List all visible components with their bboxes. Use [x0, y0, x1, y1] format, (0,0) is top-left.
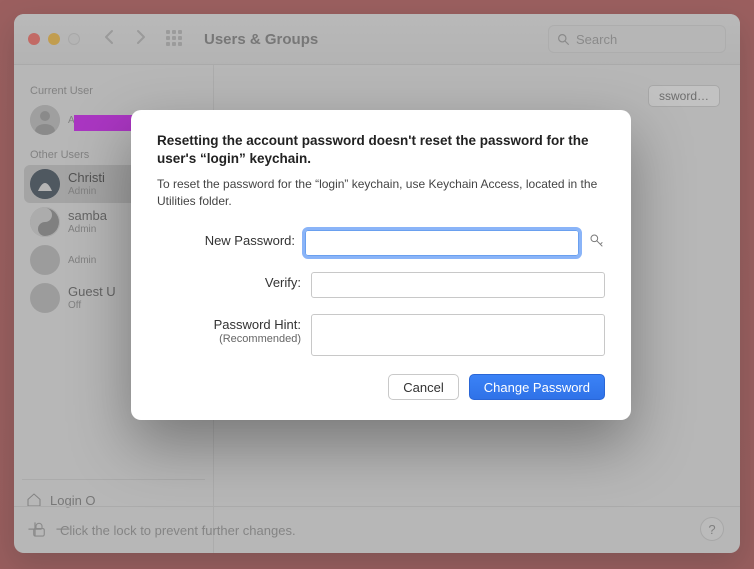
footer-text: Click the lock to prevent further change…: [60, 523, 296, 538]
user-name: Christi: [68, 171, 105, 185]
hint-label-text: Password Hint:: [214, 317, 301, 332]
dialog-description: To reset the password for the “login” ke…: [157, 176, 605, 210]
close-window-button[interactable]: [28, 33, 40, 45]
footer: Click the lock to prevent further change…: [14, 506, 740, 553]
change-password-button[interactable]: Change Password: [469, 374, 605, 400]
current-user-section-label: Current User: [30, 85, 207, 97]
new-password-input[interactable]: [305, 230, 579, 256]
window-controls: [28, 33, 80, 45]
lock-icon[interactable]: [30, 521, 48, 539]
new-password-label: New Password:: [157, 230, 305, 249]
hint-label-sub: (Recommended): [157, 333, 301, 346]
avatar: [30, 169, 60, 199]
avatar: [30, 283, 60, 313]
user-role: Admin: [68, 224, 107, 235]
user-name: Guest U: [68, 285, 116, 299]
titlebar: Users & Groups Search: [14, 14, 740, 65]
verify-label: Verify:: [157, 272, 311, 291]
search-placeholder: Search: [576, 32, 617, 47]
avatar: [30, 245, 60, 275]
forward-button[interactable]: [132, 29, 148, 50]
help-button[interactable]: ?: [700, 517, 724, 541]
user-role: Admin: [68, 186, 105, 197]
password-hint-input[interactable]: [311, 314, 605, 356]
search-field[interactable]: Search: [548, 25, 726, 53]
user-name: samba: [68, 209, 107, 223]
verify-password-input[interactable]: [311, 272, 605, 298]
zoom-window-button[interactable]: [68, 33, 80, 45]
nav-arrows: [102, 29, 148, 50]
cancel-button[interactable]: Cancel: [388, 374, 458, 400]
back-button[interactable]: [102, 29, 118, 50]
hint-label: Password Hint: (Recommended): [157, 314, 311, 346]
minimize-window-button[interactable]: [48, 33, 60, 45]
search-icon: [557, 33, 570, 46]
avatar: [30, 207, 60, 237]
key-icon[interactable]: [589, 233, 605, 254]
show-all-icon[interactable]: [166, 30, 184, 48]
window-title: Users & Groups: [204, 31, 318, 48]
user-role: Admin: [68, 255, 96, 266]
avatar: [30, 105, 60, 135]
reset-password-button[interactable]: ssword…: [648, 85, 720, 107]
reset-password-dialog: Resetting the account password doesn't r…: [131, 110, 631, 420]
dialog-heading: Resetting the account password doesn't r…: [157, 132, 605, 168]
user-role: Off: [68, 300, 116, 311]
